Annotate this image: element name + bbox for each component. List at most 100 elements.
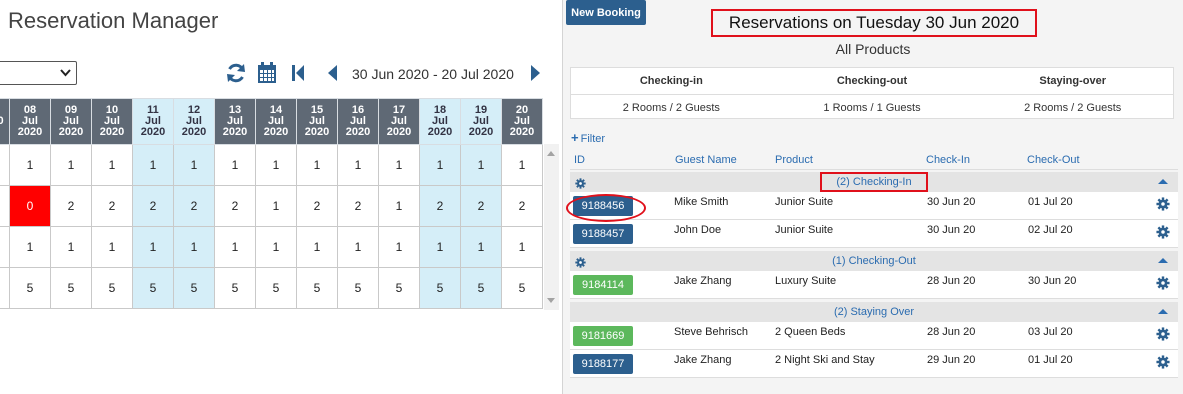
grid-date-header[interactable]: 15 Jul 2020	[296, 98, 338, 145]
column-header-product[interactable]: Product	[775, 154, 813, 166]
new-booking-button[interactable]: New Booking	[566, 0, 646, 25]
grid-cell[interactable]: 5	[9, 267, 51, 309]
next-button[interactable]	[528, 61, 544, 85]
reservation-row[interactable]: 9188457 John Doe Junior Suite 30 Jun 20 …	[570, 220, 1178, 248]
grid-cell[interactable]: 2	[173, 185, 215, 227]
grid-cell[interactable]: 1	[173, 226, 215, 268]
reservation-id-button[interactable]: 9184114	[573, 275, 633, 295]
grid-cell[interactable]: 1	[50, 144, 92, 186]
grid-cell[interactable]: 5	[132, 267, 174, 309]
gear-icon[interactable]	[1156, 355, 1170, 374]
grid-cell[interactable]: 1	[501, 144, 543, 186]
grid-cell[interactable]: 1	[50, 226, 92, 268]
grid-cell[interactable]: 1	[337, 226, 379, 268]
grid-cell[interactable]: 2	[50, 185, 92, 227]
grid-cell[interactable]: 1	[214, 226, 256, 268]
grid-cell[interactable]: 5	[419, 267, 461, 309]
grid-date-header[interactable]: 10 Jul 2020	[91, 98, 133, 145]
grid-cell[interactable]: 2	[214, 185, 256, 227]
column-header-check-out[interactable]: Check-Out	[1027, 154, 1080, 166]
grid-date-header[interactable]: 18 Jul 2020	[419, 98, 461, 145]
grid-date-header[interactable]: 14 Jul 2020	[255, 98, 297, 145]
column-header-id[interactable]: ID	[574, 154, 585, 166]
grid-cell[interactable]: 1	[9, 226, 51, 268]
grid-cell[interactable]: 1	[378, 144, 420, 186]
calendar-button[interactable]	[256, 61, 278, 85]
grid-date-header[interactable]: 09 Jul 2020	[50, 98, 92, 145]
grid-cell[interactable]: 1	[255, 185, 297, 227]
gear-icon[interactable]	[1156, 197, 1170, 216]
reservation-id-button[interactable]: 9188457	[573, 224, 633, 244]
grid-cell[interactable]: 5	[173, 267, 215, 309]
collapse-icon[interactable]	[1158, 179, 1168, 184]
reservation-row[interactable]: 9184114 Jake Zhang Luxury Suite 28 Jun 2…	[570, 271, 1178, 299]
product-select[interactable]	[0, 61, 77, 85]
grid-cell[interactable]: 1	[91, 144, 133, 186]
grid-cell[interactable]: 1	[337, 144, 379, 186]
grid-cell[interactable]: 5	[50, 267, 92, 309]
grid-cell[interactable]: 5	[255, 267, 297, 309]
grid-cell[interactable]: 5	[296, 267, 338, 309]
grid-cell[interactable]: 5	[337, 267, 379, 309]
grid-date-header[interactable]: 12 Jul 2020	[173, 98, 215, 145]
grid-date-header[interactable]: 13 Jul 2020	[214, 98, 256, 145]
group-label-checking-in[interactable]: (2) Checking-In	[570, 172, 1178, 192]
filter-link[interactable]: + Filter	[571, 130, 605, 145]
grid-cell[interactable]: 5	[378, 267, 420, 309]
grid-cell[interactable]: 2	[296, 185, 338, 227]
grid-cell[interactable]: 1	[255, 144, 297, 186]
grid-cell[interactable]: 1	[419, 144, 461, 186]
grid-cell[interactable]: 1	[255, 226, 297, 268]
column-header-check-in[interactable]: Check-In	[926, 154, 970, 166]
grid-cell-sold-out[interactable]: 0	[9, 185, 51, 227]
scroll-down-icon[interactable]	[547, 298, 555, 303]
grid-cell[interactable]: 5	[214, 267, 256, 309]
group-label-checking-out[interactable]: (1) Checking-Out	[570, 251, 1178, 271]
grid-date-header[interactable]: 19 Jul 2020	[460, 98, 502, 145]
reservation-id-button[interactable]: 9188456	[573, 196, 633, 216]
grid-cell[interactable]: 5	[501, 267, 543, 309]
collapse-icon[interactable]	[1158, 258, 1168, 263]
reservation-id-button[interactable]: 9181669	[573, 326, 633, 346]
scroll-up-icon[interactable]	[547, 151, 555, 156]
grid-cell[interactable]: 1	[132, 144, 174, 186]
grid-cell[interactable]: 1	[214, 144, 256, 186]
grid-cell[interactable]: 1	[132, 226, 174, 268]
grid-date-header[interactable]: 11 Jul 2020	[132, 98, 174, 145]
grid-cell[interactable]: 1	[296, 226, 338, 268]
first-page-button[interactable]	[290, 61, 306, 85]
grid-cell[interactable]: 2	[132, 185, 174, 227]
grid-cell[interactable]: 1	[9, 144, 51, 186]
grid-date-header[interactable]: 20 Jul 2020	[501, 98, 543, 145]
gear-icon[interactable]	[1156, 276, 1170, 295]
grid-cell[interactable]: 1	[501, 226, 543, 268]
grid-cell[interactable]: 1	[378, 226, 420, 268]
grid-date-header[interactable]: 08 Jul 2020	[9, 98, 51, 145]
collapse-icon[interactable]	[1158, 309, 1168, 314]
grid-cell[interactable]: 1	[91, 226, 133, 268]
grid-cell[interactable]: 2	[91, 185, 133, 227]
gear-icon[interactable]	[1156, 327, 1170, 346]
prev-button[interactable]	[324, 61, 340, 85]
grid-cell[interactable]: 2	[460, 185, 502, 227]
grid-date-header[interactable]: 16 Jul 2020	[337, 98, 379, 145]
grid-cell[interactable]: 1	[378, 185, 420, 227]
group-label-staying-over[interactable]: (2) Staying Over	[570, 302, 1178, 322]
reservation-row[interactable]: 9188456 Mike Smith Junior Suite 30 Jun 2…	[570, 192, 1178, 220]
grid-cell[interactable]: 5	[460, 267, 502, 309]
grid-cell[interactable]: 1	[460, 144, 502, 186]
column-header-guest-name[interactable]: Guest Name	[675, 154, 737, 166]
grid-cell[interactable]: 1	[460, 226, 502, 268]
gear-icon[interactable]	[1156, 225, 1170, 244]
grid-scrollbar[interactable]	[544, 144, 559, 310]
refresh-button[interactable]	[224, 61, 248, 85]
reservation-row[interactable]: 9188177 Jake Zhang 2 Night Ski and Stay …	[570, 350, 1178, 378]
reservation-id-button[interactable]: 9188177	[573, 354, 633, 374]
grid-cell[interactable]: 2	[337, 185, 379, 227]
grid-cell[interactable]: 1	[419, 226, 461, 268]
grid-cell[interactable]: 2	[501, 185, 543, 227]
grid-cell[interactable]: 2	[419, 185, 461, 227]
grid-cell[interactable]: 1	[296, 144, 338, 186]
reservation-row[interactable]: 9181669 Steve Behrisch 2 Queen Beds 28 J…	[570, 322, 1178, 350]
grid-date-header[interactable]: 17 Jul 2020	[378, 98, 420, 145]
